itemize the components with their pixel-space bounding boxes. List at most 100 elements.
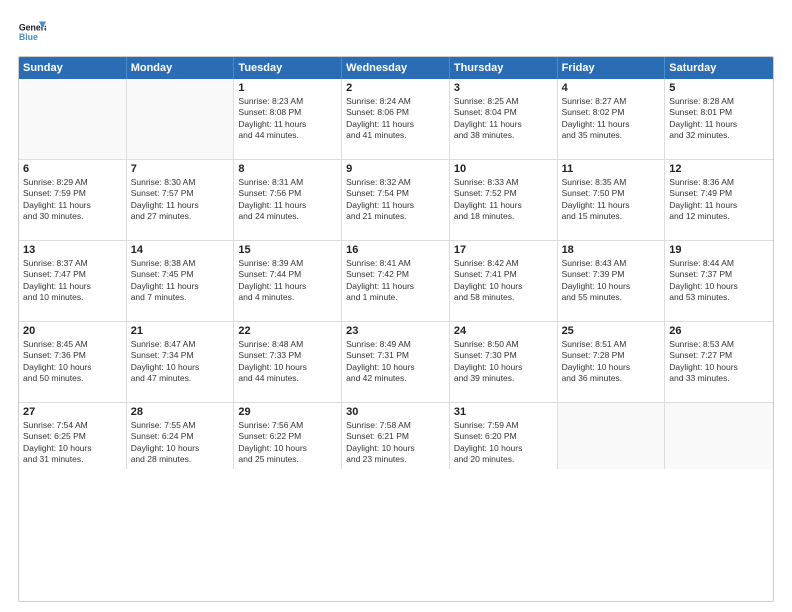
day-info: Sunrise: 8:37 AMSunset: 7:47 PMDaylight:… xyxy=(23,258,122,304)
calendar-cell: 14Sunrise: 8:38 AMSunset: 7:45 PMDayligh… xyxy=(127,241,235,321)
day-info: Sunrise: 8:49 AMSunset: 7:31 PMDaylight:… xyxy=(346,339,445,385)
day-info: Sunrise: 8:51 AMSunset: 7:28 PMDaylight:… xyxy=(562,339,661,385)
day-info: Sunrise: 8:50 AMSunset: 7:30 PMDaylight:… xyxy=(454,339,553,385)
calendar-row: 20 Sunrise: 8:45 AMSunset: 7:36 PMDayligh… xyxy=(19,322,773,403)
calendar-cell xyxy=(558,403,666,469)
day-info: Sunrise: 8:27 AMSunset: 8:02 PMDaylight:… xyxy=(562,96,661,142)
calendar-cell: 7 Sunrise: 8:30 AMSunset: 7:57 PMDaylight… xyxy=(127,160,235,240)
day-info: Sunrise: 8:24 AMSunset: 8:06 PMDaylight:… xyxy=(346,96,445,142)
calendar-cell: 25Sunrise: 8:51 AMSunset: 7:28 PMDayligh… xyxy=(558,322,666,402)
day-number: 10 xyxy=(454,163,553,175)
calendar-header: SundayMondayTuesdayWednesdayThursdayFrid… xyxy=(19,57,773,79)
calendar-cell xyxy=(19,79,127,159)
day-number: 7 xyxy=(131,163,230,175)
day-info: Sunrise: 8:31 AMSunset: 7:56 PMDaylight:… xyxy=(238,177,337,223)
calendar-cell: 9 Sunrise: 8:32 AMSunset: 7:54 PMDaylight… xyxy=(342,160,450,240)
calendar-cell xyxy=(127,79,235,159)
day-number: 15 xyxy=(238,244,337,256)
svg-text:Blue: Blue xyxy=(19,32,38,42)
calendar-cell: 26Sunrise: 8:53 AMSunset: 7:27 PMDayligh… xyxy=(665,322,773,402)
day-info: Sunrise: 8:39 AMSunset: 7:44 PMDaylight:… xyxy=(238,258,337,304)
day-info: Sunrise: 8:23 AMSunset: 8:08 PMDaylight:… xyxy=(238,96,337,142)
day-info: Sunrise: 8:44 AMSunset: 7:37 PMDaylight:… xyxy=(669,258,769,304)
day-info: Sunrise: 8:43 AMSunset: 7:39 PMDaylight:… xyxy=(562,258,661,304)
day-number: 5 xyxy=(669,82,769,94)
day-info: Sunrise: 8:35 AMSunset: 7:50 PMDaylight:… xyxy=(562,177,661,223)
weekday-header: Saturday xyxy=(665,57,773,79)
day-number: 6 xyxy=(23,163,122,175)
day-info: Sunrise: 8:32 AMSunset: 7:54 PMDaylight:… xyxy=(346,177,445,223)
weekday-header: Wednesday xyxy=(342,57,450,79)
calendar-cell: 23 Sunrise: 8:49 AMSunset: 7:31 PMDayligh… xyxy=(342,322,450,402)
day-info: Sunrise: 8:47 AMSunset: 7:34 PMDaylight:… xyxy=(131,339,230,385)
day-number: 9 xyxy=(346,163,445,175)
calendar-cell: 20 Sunrise: 8:45 AMSunset: 7:36 PMDayligh… xyxy=(19,322,127,402)
calendar-cell: 13 Sunrise: 8:37 AMSunset: 7:47 PMDayligh… xyxy=(19,241,127,321)
day-number: 30 xyxy=(346,406,445,418)
calendar-cell: 30 Sunrise: 7:58 AMSunset: 6:21 PMDayligh… xyxy=(342,403,450,469)
day-info: Sunrise: 8:33 AMSunset: 7:52 PMDaylight:… xyxy=(454,177,553,223)
calendar-cell: 11Sunrise: 8:35 AMSunset: 7:50 PMDayligh… xyxy=(558,160,666,240)
calendar-cell: 28 Sunrise: 7:55 AMSunset: 6:24 PMDayligh… xyxy=(127,403,235,469)
day-number: 21 xyxy=(131,325,230,337)
calendar-cell: 27Sunrise: 7:54 AMSunset: 6:25 PMDayligh… xyxy=(19,403,127,469)
day-number: 2 xyxy=(346,82,445,94)
day-info: Sunrise: 8:41 AMSunset: 7:42 PMDaylight:… xyxy=(346,258,445,304)
calendar-cell: 22Sunrise: 8:48 AMSunset: 7:33 PMDayligh… xyxy=(234,322,342,402)
calendar-cell: 17 Sunrise: 8:42 AMSunset: 7:41 PMDayligh… xyxy=(450,241,558,321)
day-number: 19 xyxy=(669,244,769,256)
day-number: 8 xyxy=(238,163,337,175)
day-number: 26 xyxy=(669,325,769,337)
page: General Blue SundayMondayTuesdayWednesda… xyxy=(0,0,792,612)
day-number: 23 xyxy=(346,325,445,337)
calendar-cell: 5Sunrise: 8:28 AMSunset: 8:01 PMDaylight… xyxy=(665,79,773,159)
calendar-cell: 29 Sunrise: 7:56 AMSunset: 6:22 PMDayligh… xyxy=(234,403,342,469)
day-number: 28 xyxy=(131,406,230,418)
day-info: Sunrise: 8:29 AMSunset: 7:59 PMDaylight:… xyxy=(23,177,122,223)
day-info: Sunrise: 7:55 AMSunset: 6:24 PMDaylight:… xyxy=(131,420,230,466)
day-number: 1 xyxy=(238,82,337,94)
calendar-cell: 31 Sunrise: 7:59 AMSunset: 6:20 PMDayligh… xyxy=(450,403,558,469)
day-info: Sunrise: 8:30 AMSunset: 7:57 PMDaylight:… xyxy=(131,177,230,223)
calendar-body: 1 Sunrise: 8:23 AMSunset: 8:08 PMDaylight… xyxy=(19,79,773,469)
calendar-cell: 2 Sunrise: 8:24 AMSunset: 8:06 PMDaylight… xyxy=(342,79,450,159)
header: General Blue xyxy=(18,18,774,46)
day-info: Sunrise: 7:59 AMSunset: 6:20 PMDaylight:… xyxy=(454,420,553,466)
day-number: 4 xyxy=(562,82,661,94)
day-info: Sunrise: 8:42 AMSunset: 7:41 PMDaylight:… xyxy=(454,258,553,304)
calendar-cell: 18 Sunrise: 8:43 AMSunset: 7:39 PMDayligh… xyxy=(558,241,666,321)
logo: General Blue xyxy=(18,18,46,46)
calendar-cell: 19 Sunrise: 8:44 AMSunset: 7:37 PMDayligh… xyxy=(665,241,773,321)
day-number: 31 xyxy=(454,406,553,418)
day-number: 18 xyxy=(562,244,661,256)
weekday-header: Tuesday xyxy=(234,57,342,79)
calendar-cell: 16Sunrise: 8:41 AMSunset: 7:42 PMDayligh… xyxy=(342,241,450,321)
calendar-cell: 1 Sunrise: 8:23 AMSunset: 8:08 PMDaylight… xyxy=(234,79,342,159)
day-number: 12 xyxy=(669,163,769,175)
logo-icon: General Blue xyxy=(18,18,46,46)
calendar-cell: 6 Sunrise: 8:29 AMSunset: 7:59 PMDaylight… xyxy=(19,160,127,240)
weekday-header: Friday xyxy=(558,57,666,79)
day-number: 24 xyxy=(454,325,553,337)
calendar-cell: 24 Sunrise: 8:50 AMSunset: 7:30 PMDayligh… xyxy=(450,322,558,402)
day-number: 3 xyxy=(454,82,553,94)
weekday-header: Thursday xyxy=(450,57,558,79)
day-number: 20 xyxy=(23,325,122,337)
calendar-cell xyxy=(665,403,773,469)
day-info: Sunrise: 7:54 AMSunset: 6:25 PMDaylight:… xyxy=(23,420,122,466)
day-number: 17 xyxy=(454,244,553,256)
day-info: Sunrise: 8:45 AMSunset: 7:36 PMDaylight:… xyxy=(23,339,122,385)
calendar-cell: 21 Sunrise: 8:47 AMSunset: 7:34 PMDayligh… xyxy=(127,322,235,402)
calendar-cell: 3 Sunrise: 8:25 AMSunset: 8:04 PMDaylight… xyxy=(450,79,558,159)
day-info: Sunrise: 7:56 AMSunset: 6:22 PMDaylight:… xyxy=(238,420,337,466)
calendar-cell: 4 Sunrise: 8:27 AMSunset: 8:02 PMDaylight… xyxy=(558,79,666,159)
day-info: Sunrise: 8:36 AMSunset: 7:49 PMDaylight:… xyxy=(669,177,769,223)
day-number: 29 xyxy=(238,406,337,418)
calendar: SundayMondayTuesdayWednesdayThursdayFrid… xyxy=(18,56,774,602)
day-number: 13 xyxy=(23,244,122,256)
day-info: Sunrise: 8:48 AMSunset: 7:33 PMDaylight:… xyxy=(238,339,337,385)
day-info: Sunrise: 7:58 AMSunset: 6:21 PMDaylight:… xyxy=(346,420,445,466)
day-info: Sunrise: 8:25 AMSunset: 8:04 PMDaylight:… xyxy=(454,96,553,142)
calendar-cell: 8 Sunrise: 8:31 AMSunset: 7:56 PMDaylight… xyxy=(234,160,342,240)
calendar-row: 27Sunrise: 7:54 AMSunset: 6:25 PMDayligh… xyxy=(19,403,773,469)
